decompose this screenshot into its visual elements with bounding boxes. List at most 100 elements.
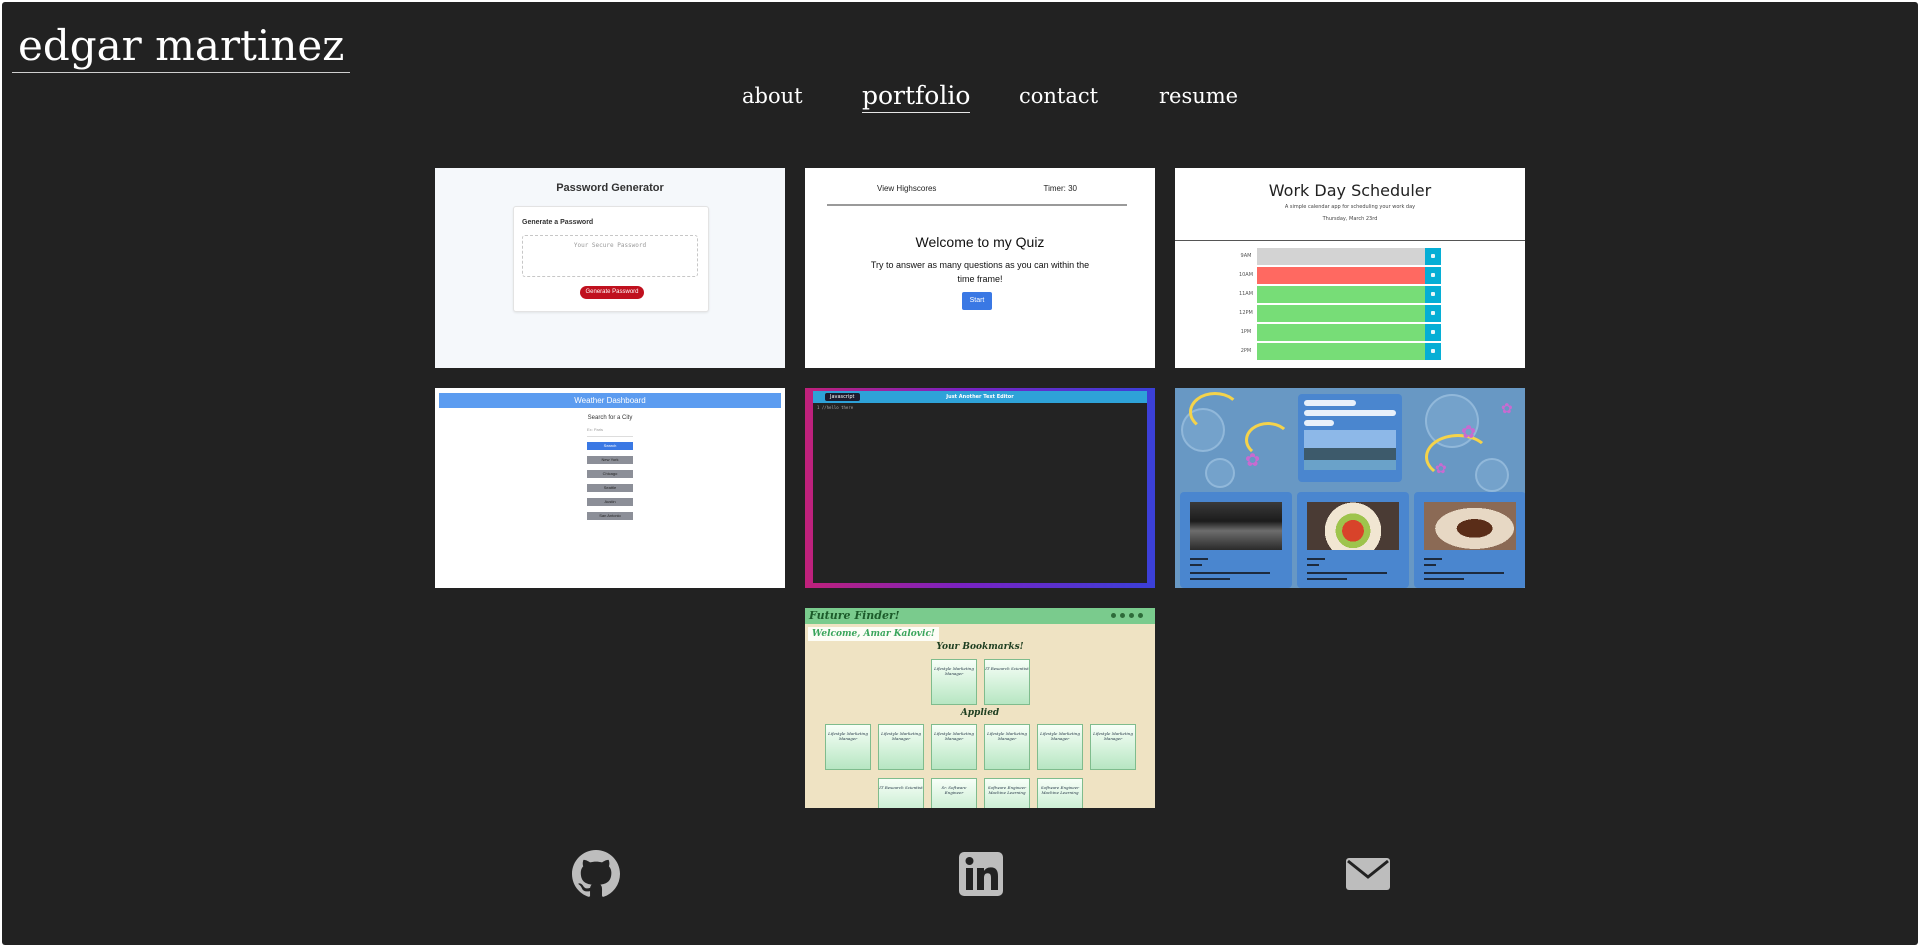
time-block-row: 10AM: [1235, 267, 1441, 285]
job-card-title: Software Engineer Machine Learning: [987, 785, 1027, 795]
job-card-title: Sr. Software Engineer: [941, 785, 967, 795]
time-block-hour: 9AM: [1235, 248, 1258, 265]
linkedin-icon[interactable]: [957, 850, 1005, 898]
quiz-heading: Welcome to my Quiz: [915, 234, 1045, 250]
save-icon: [1425, 324, 1441, 342]
job-card: Lifestyle Marketing Manager: [878, 724, 924, 770]
project-password-generator[interactable]: Password Generator Generate a Password Y…: [435, 168, 785, 368]
restaurant-search-panel: [1298, 394, 1402, 482]
job-card: Lifestyle Marketing Manager: [931, 659, 977, 705]
job-card-title: Lifestyle Marketing Manager: [934, 731, 974, 741]
job-card-title: Lifestyle Marketing Manager: [1040, 731, 1080, 741]
job-card: Software Engineer Machine Learning: [1037, 778, 1083, 808]
job-card-title: IT Research Scientist: [879, 785, 923, 790]
job-card-title: Lifestyle Marketing Manager: [987, 731, 1027, 741]
weather-search-input: Ex: Paris: [587, 427, 633, 437]
editor-title: Just Another Text Editor: [946, 394, 1014, 400]
scheduler-subtitle: A simple calendar app for scheduling you…: [1284, 204, 1416, 210]
editor-body: 1 //hello there: [813, 403, 1147, 583]
restaurant-card-photo: [1307, 502, 1399, 550]
project-text-editor[interactable]: Javascript Just Another Text Editor 1 //…: [805, 388, 1155, 588]
bubble-decor: [1205, 458, 1235, 488]
flower-icon: ✿: [1435, 461, 1447, 477]
flower-icon: ✿: [1501, 401, 1513, 417]
ff-welcome: Welcome, Amar Kalovic!: [808, 627, 939, 641]
job-card: Lifestyle Marketing Manager: [1090, 724, 1136, 770]
time-block-row: 9AM: [1235, 248, 1441, 266]
flower-icon: ✿: [1461, 422, 1477, 443]
save-icon: [1425, 248, 1441, 266]
editor-titlebar: Javascript Just Another Text Editor: [813, 391, 1147, 403]
nav-contact[interactable]: contact: [1019, 82, 1098, 110]
time-block-description: [1257, 248, 1425, 266]
time-block-row: 1PM: [1235, 324, 1441, 342]
save-icon: [1425, 305, 1441, 323]
editor-tab: Javascript: [825, 393, 860, 401]
time-block-description: [1257, 286, 1425, 304]
time-block-hour: 10AM: [1235, 267, 1258, 284]
restaurant-card-photo: [1190, 502, 1282, 550]
save-icon: [1425, 286, 1441, 304]
mail-icon[interactable]: [1344, 850, 1392, 898]
quiz-topbar: View Highscores Timer: 30: [827, 180, 1127, 206]
quiz-timer: Timer: 30: [1043, 184, 1078, 193]
project-weather-dashboard[interactable]: Weather Dashboard Search for a City Ex: …: [435, 388, 785, 588]
nav-resume[interactable]: resume: [1159, 82, 1238, 110]
job-card: IT Research Scientist: [878, 778, 924, 808]
project-work-day-scheduler[interactable]: Work Day Scheduler A simple calendar app…: [1175, 168, 1525, 368]
weather-history-button: San Antonio: [587, 512, 633, 520]
time-block-description: [1257, 343, 1425, 361]
time-block-row: 11AM: [1235, 286, 1441, 304]
ff-bookmarks-heading: Your Bookmarks!: [936, 642, 1024, 652]
scheduler-divider: [1175, 240, 1525, 241]
weather-search-label: Search for a City: [587, 415, 633, 421]
restaurant-select: [1304, 410, 1396, 416]
pg-card: Generate a Password Your Secure Password…: [513, 206, 709, 312]
job-card-title: Lifestyle Marketing Manager: [1093, 731, 1133, 741]
squiggle-decor: [1189, 392, 1241, 432]
scheduler-title: Work Day Scheduler: [1268, 181, 1432, 200]
nav-portfolio[interactable]: portfolio: [862, 82, 971, 113]
time-block-row: 12PM: [1235, 305, 1441, 323]
weather-history-button: Seattle: [587, 484, 633, 492]
weather-history-button: Chicago: [587, 470, 633, 478]
pg-title: Password Generator: [556, 182, 664, 194]
page-frame: edgar martinez about portfolio contact r…: [2, 2, 1918, 945]
project-restaurant-finder[interactable]: ✿ ✿ ✿ ✿: [1175, 388, 1525, 588]
job-card: Software Engineer Machine Learning: [984, 778, 1030, 808]
job-card: Lifestyle Marketing Manager: [931, 724, 977, 770]
weather-search-button: Search: [587, 442, 633, 450]
restaurant-photo: [1304, 430, 1396, 470]
job-card: Sr. Software Engineer: [931, 778, 977, 808]
time-block-hour: 2PM: [1235, 343, 1258, 360]
weather-history-button: New York: [587, 456, 633, 464]
job-card: Lifestyle Marketing Manager: [825, 724, 871, 770]
ff-applied-heading: Applied: [960, 708, 1000, 718]
time-block-hour: 11AM: [1235, 286, 1258, 303]
project-future-finder[interactable]: Future Finder! Welcome, Amar Kalovic! Yo…: [805, 608, 1155, 808]
scheduler-date: Thursday, March 23rd: [1322, 216, 1378, 222]
pg-placeholder: Your Secure Password: [573, 242, 647, 249]
flower-icon: ✿: [1245, 450, 1261, 471]
pg-output-field: Your Secure Password: [522, 235, 698, 277]
job-card: IT Research Scientist: [984, 659, 1030, 705]
quiz-highscores-link: View Highscores: [877, 184, 937, 193]
restaurant-search-input: [1304, 400, 1356, 406]
save-icon: [1425, 343, 1441, 361]
project-quiz[interactable]: View Highscores Timer: 30 Welcome to my …: [805, 168, 1155, 368]
job-card-title: IT Research Scientist: [985, 666, 1029, 671]
site-brand[interactable]: edgar martinez: [12, 20, 351, 73]
job-card-title: Lifestyle Marketing Manager: [828, 731, 868, 741]
save-icon: [1425, 267, 1441, 285]
quiz-start-button: Start: [962, 292, 992, 310]
time-block-description: [1257, 324, 1425, 342]
pg-card-heading: Generate a Password: [522, 219, 594, 226]
restaurant-card: [1414, 492, 1525, 588]
time-block-row: 2PM: [1235, 343, 1441, 361]
quiz-text: Try to answer as many questions as you c…: [870, 260, 1090, 284]
nav-about[interactable]: about: [742, 82, 803, 110]
main-nav: about portfolio contact resume: [2, 82, 1918, 122]
github-icon[interactable]: [572, 850, 620, 898]
job-card-title: Software Engineer Machine Learning: [1040, 785, 1080, 795]
editor-code: 1 //hello there: [817, 405, 854, 410]
